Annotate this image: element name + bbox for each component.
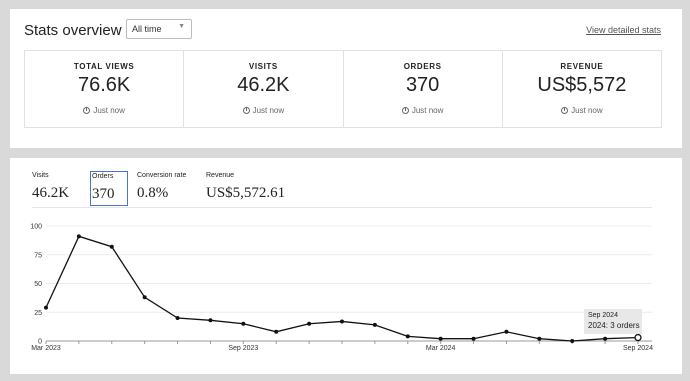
series-line [45,235,639,342]
clock-icon [561,107,569,114]
x-tick-label: Sep 2024 [623,345,653,352]
data-point [372,322,377,327]
data-point [307,321,312,326]
stat-card-updated-text: Just now [411,106,444,115]
orders-line-chart: 0255075100Mar 2023 Sep 2023 Mar 2024 Sep 20… [30,224,653,353]
y-tick-label: 100 [30,224,42,231]
tooltip-text: 2024: 3 orders [588,321,640,330]
data-point [109,244,114,249]
stat-card-visits: VISITS 46.2K Just now [184,51,344,127]
data-point [208,318,213,323]
data-point [340,319,344,324]
stats-overview-panel: Stats overview for All time ▼ View detai… [10,9,682,148]
data-point [537,336,542,341]
data-point [634,333,642,342]
x-tick-label: Mar 2024 [426,345,456,352]
data-point [175,316,180,320]
clock-icon [83,107,91,114]
data-point [405,334,410,339]
stat-card-orders: ORDERS 370 Just now [344,51,503,127]
stat-card-updated-text: Just now [252,106,285,115]
stat-card-label: REVENUE [560,62,604,71]
stat-card-label: ORDERS [403,62,442,71]
x-tick-label: Sep 2023 [228,345,258,352]
data-point [142,295,147,300]
x-tick-label: Mar 2023 [31,345,61,352]
y-tick-label: 25 [34,310,42,317]
data-point [241,321,246,326]
stat-card-updated: Just now [25,106,183,115]
period-select-value: All time [132,24,162,34]
stat-card-label: VISITS [248,62,278,71]
period-select[interactable]: All time ▼ [126,19,192,39]
data-point [274,329,279,334]
data-point [76,234,81,239]
stat-card-value: 46.2K [237,74,290,96]
data-point [44,305,48,310]
data-point [438,336,443,341]
chevron-down-icon: ▼ [178,23,185,30]
metrics-chart-panel: Visits 46.2K Orders 370 Conversion rate … [10,158,682,374]
stat-card-revenue: REVENUE US$5,572 Just now [503,51,661,127]
data-point [471,336,476,341]
stat-card-updated-text: Just now [93,106,125,115]
clock-icon [401,107,409,114]
data-point [504,329,509,334]
data-point [570,339,575,343]
chart-tooltip: Sep 2024 2024: 3 orders [584,309,642,334]
stat-card-value: US$5,572 [537,74,627,96]
clock-icon [242,107,250,114]
stat-card-updated: Just now [344,106,502,115]
stat-card-label: TOTAL VIEWS [73,62,135,71]
view-detailed-stats-link[interactable]: View detailed stats [586,25,661,35]
tooltip-title: Sep 2024 [588,312,618,319]
stat-card-value: 76.6K [77,74,131,96]
stat-card-updated: Just now [184,106,342,115]
stat-card-total-views: TOTAL VIEWS 76.6K Just now [25,51,185,127]
stat-cards: TOTAL VIEWS 76.6K Just now VISITS 46.2K … [24,50,662,128]
y-tick-label: 75 [34,252,42,259]
stat-card-updated: Just now [503,106,661,115]
stat-card-updated-text: Just now [571,106,603,115]
stat-card-value: 370 [405,74,440,96]
y-tick-label: 50 [34,281,42,288]
data-point [603,336,608,341]
